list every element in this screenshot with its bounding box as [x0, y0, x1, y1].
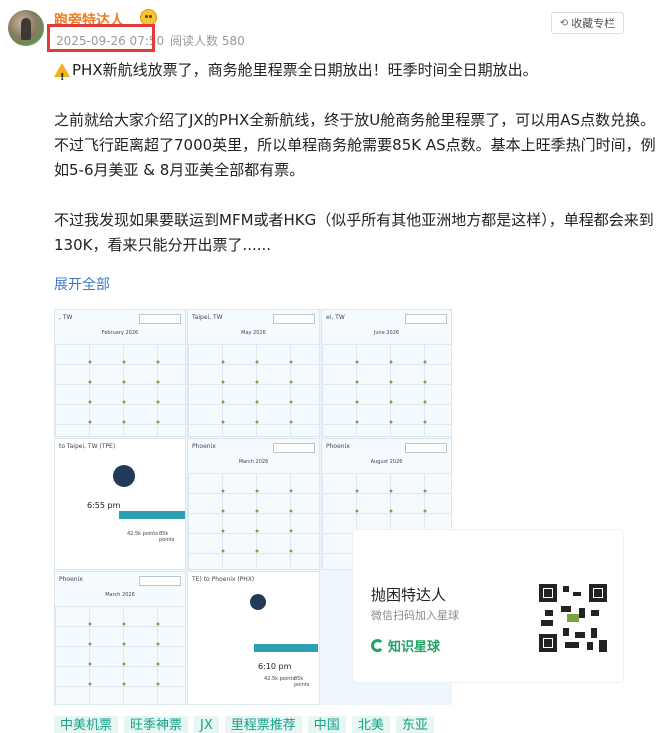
- tag-list: 中美机票 旺季神票 JX 里程票推荐 中国 北美 东亚: [54, 716, 434, 733]
- post-header: 跑旁特达人 2025-09-26 07:50 阅读人数 580 ⟲ 收藏专栏: [0, 0, 671, 56]
- calendar-panel: Taipei, TW May 2026: [187, 309, 320, 437]
- author-avatar[interactable]: [8, 10, 44, 46]
- views-count: 580: [221, 34, 245, 48]
- qr-card-title: 抛困特达人: [371, 586, 447, 604]
- tag-chip[interactable]: 东亚: [395, 716, 434, 733]
- tag-chip[interactable]: 中国: [307, 716, 346, 733]
- collect-label: 收藏专栏: [571, 17, 616, 30]
- bookmark-icon: ⟲: [559, 17, 569, 29]
- expand-all-link[interactable]: 展开全部: [54, 274, 110, 294]
- tag-chip[interactable]: 北美: [351, 716, 390, 733]
- flight-detail-panel: TE) to Phoenix (PHX) 6:10 pm 42.5k point…: [187, 571, 320, 705]
- tag-chip[interactable]: 里程票推荐: [224, 716, 302, 733]
- collect-column-button[interactable]: ⟲ 收藏专栏: [551, 12, 624, 34]
- tag-chip[interactable]: 旺季神票: [124, 716, 189, 733]
- planet-logo-icon: [371, 639, 384, 652]
- calendar-panel: ei, TW June 2026: [321, 309, 452, 437]
- paragraph-2: 之前就给大家介绍了JX的PHX全新航线，终于放U舱商务舱里程票了，可以用AS点数…: [54, 111, 656, 179]
- views-label: 阅读人数: [169, 34, 218, 48]
- paragraph-3: 不过我发现如果要联运到MFM或者HKG（似乎所有其他亚洲地方都是这样），单程都会…: [54, 211, 654, 254]
- post-content: PHX新航线放票了，商务舱里程票全日期放出！旺季时间全日期放出。 之前就给大家介…: [54, 58, 659, 258]
- date-highlight-box: [47, 24, 155, 52]
- calendar-panel: , TW February 2026: [54, 309, 186, 437]
- qr-card-subtitle: 微信扫码加入星球: [371, 609, 459, 622]
- calendar-panel: Phoenix March 2026: [54, 571, 186, 705]
- flight-detail-panel: to Taipei, TW (TPE) 42.5k points 85k poi…: [54, 438, 186, 570]
- calendar-panel: Phoenix March 2026: [187, 438, 320, 570]
- knowledge-planet-brand: 知识星球: [371, 636, 440, 655]
- paragraph-1: PHX新航线放票了，商务舱里程票全日期放出！旺季时间全日期放出。: [54, 58, 659, 90]
- qr-code-icon[interactable]: [539, 584, 607, 652]
- warning-icon: [54, 63, 70, 90]
- knowledge-planet-qr-card[interactable]: 抛困特达人 微信扫码加入星球 知识星球: [353, 530, 623, 682]
- tag-chip[interactable]: JX: [194, 716, 219, 733]
- tag-chip[interactable]: 中美机票: [54, 716, 119, 733]
